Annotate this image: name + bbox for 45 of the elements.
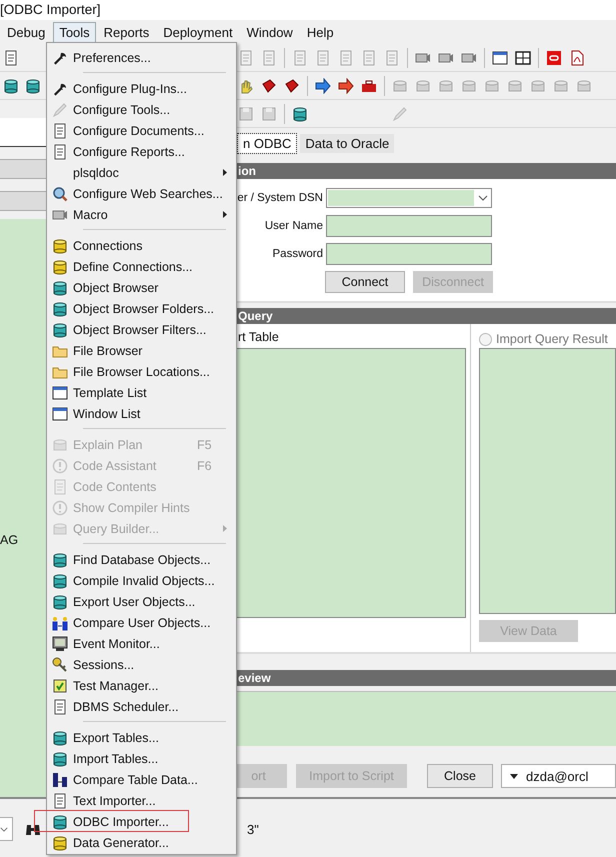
- menu-item[interactable]: File Browser: [47, 340, 236, 361]
- menu-item[interactable]: File Browser Locations...: [47, 361, 236, 382]
- list-text: AG: [0, 533, 18, 547]
- menu-item[interactable]: Define Connections...: [47, 256, 236, 277]
- push-button[interactable]: Connect: [325, 271, 405, 293]
- menu-item[interactable]: Compare User Objects...: [47, 612, 236, 633]
- menu-item[interactable]: Preferences...: [47, 47, 236, 68]
- menu-item[interactable]: Template List: [47, 382, 236, 403]
- menu-item[interactable]: Text Importer...: [47, 790, 236, 811]
- menu-item[interactable]: Event Monitor...: [47, 633, 236, 654]
- menu-bar-item[interactable]: Help: [300, 22, 340, 42]
- menu-item[interactable]: Configure Web Searches...: [47, 183, 236, 204]
- menu-bar-item[interactable]: Reports: [98, 22, 156, 42]
- radio-button[interactable]: Import Query Result: [479, 330, 616, 348]
- menu-item[interactable]: Object Browser: [47, 277, 236, 298]
- menu-item[interactable]: Configure Tools...: [47, 99, 236, 120]
- status-text: 3": [247, 822, 259, 836]
- menu-item[interactable]: Window List: [47, 403, 236, 424]
- menu-item[interactable]: Data Generator...: [47, 832, 236, 853]
- shortcut-text: F5: [197, 438, 212, 452]
- field-label: Password: [272, 248, 324, 260]
- menu-item[interactable]: Macro: [47, 204, 236, 225]
- menu-item[interactable]: Find Database Objects...: [47, 549, 236, 570]
- connection-dropdown[interactable]: dzda@orcl: [501, 764, 616, 788]
- option-label: rt Table: [237, 330, 280, 346]
- menu-item[interactable]: Export User Objects...: [47, 591, 236, 612]
- field-label: User Name: [264, 220, 324, 232]
- menu-item[interactable]: Compile Invalid Objects...: [47, 570, 236, 591]
- menu-item[interactable]: Configure Documents...: [47, 120, 236, 141]
- menu-item[interactable]: DBMS Scheduler...: [47, 696, 236, 717]
- push-button[interactable]: Close: [427, 764, 493, 788]
- menu-item[interactable]: Export Tables...: [47, 727, 236, 748]
- menu-item[interactable]: Connections: [47, 235, 236, 256]
- window-title: [ODBC Importer]: [0, 2, 101, 17]
- menu-item[interactable]: Configure Plug-Ins...: [47, 78, 236, 99]
- menu-bar-item[interactable]: Debug: [1, 22, 52, 42]
- field-label: er / System DSN: [236, 192, 324, 204]
- menu-item[interactable]: Configure Reports...: [47, 141, 236, 162]
- tab[interactable]: n ODBC: [238, 134, 296, 152]
- menu-item[interactable]: ODBC Importer...: [47, 811, 236, 832]
- menu-bar-item[interactable]: Tools: [53, 22, 96, 42]
- menu-bar-item[interactable]: Deployment: [157, 22, 239, 42]
- menu-bar-item[interactable]: Window: [240, 22, 299, 42]
- tab[interactable]: Data to Oracle: [300, 134, 394, 152]
- shortcut-text: F6: [197, 458, 212, 472]
